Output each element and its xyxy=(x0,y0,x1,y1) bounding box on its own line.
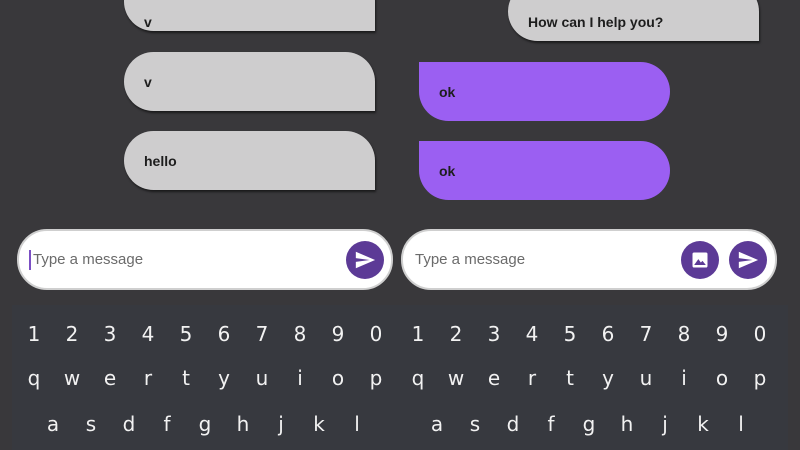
key[interactable]: g xyxy=(570,409,608,439)
key[interactable]: w xyxy=(437,363,475,393)
message-bubble: v xyxy=(124,0,375,31)
key[interactable]: k xyxy=(684,409,722,439)
key[interactable]: 4 xyxy=(129,319,167,349)
message-bubble: ok xyxy=(419,62,670,121)
key[interactable]: i xyxy=(281,363,319,393)
key[interactable]: e xyxy=(91,363,129,393)
key[interactable]: 0 xyxy=(357,319,395,349)
send-icon xyxy=(355,251,376,269)
send-button[interactable] xyxy=(346,241,384,279)
message-bubble: hello xyxy=(124,131,375,190)
key[interactable]: s xyxy=(72,409,110,439)
keyboard-left-half: 1 2 3 4 5 6 7 8 9 0 q w e r t y u i o p … xyxy=(12,305,400,450)
key[interactable]: q xyxy=(399,363,437,393)
message-input[interactable]: Type a message xyxy=(415,251,525,268)
key[interactable]: e xyxy=(475,363,513,393)
key[interactable]: a xyxy=(418,409,456,439)
keyboard-row-numbers: 1 2 3 4 5 6 7 8 9 0 xyxy=(400,319,788,349)
message-input-bar: Type a message xyxy=(17,229,393,290)
image-button[interactable] xyxy=(681,241,719,279)
key[interactable]: h xyxy=(608,409,646,439)
key[interactable]: l xyxy=(722,409,760,439)
key[interactable]: 6 xyxy=(205,319,243,349)
key[interactable]: q xyxy=(15,363,53,393)
message-text: ok xyxy=(439,162,456,179)
key[interactable]: j xyxy=(646,409,684,439)
key[interactable]: 3 xyxy=(475,319,513,349)
message-bubble: How can I help you? xyxy=(508,0,759,41)
key[interactable]: y xyxy=(589,363,627,393)
key[interactable]: k xyxy=(300,409,338,439)
key[interactable]: p xyxy=(741,363,779,393)
key[interactable]: 8 xyxy=(281,319,319,349)
send-button[interactable] xyxy=(729,241,767,279)
message-input[interactable]: Type a message xyxy=(33,251,143,268)
message-text: v xyxy=(144,13,152,30)
key[interactable]: 9 xyxy=(703,319,741,349)
message-bubble: v xyxy=(124,52,375,111)
key[interactable]: f xyxy=(148,409,186,439)
key[interactable]: t xyxy=(551,363,589,393)
message-text: v xyxy=(144,73,152,90)
key[interactable]: f xyxy=(532,409,570,439)
message-text: hello xyxy=(144,152,177,169)
keyboard-row-numbers: 1 2 3 4 5 6 7 8 9 0 xyxy=(12,319,400,349)
keyboard-right-half: 1 2 3 4 5 6 7 8 9 0 q w e r t y u i o p … xyxy=(400,305,788,450)
key[interactable]: 8 xyxy=(665,319,703,349)
keyboard-row-home: a s d f g h j k l xyxy=(400,409,788,439)
key[interactable]: 5 xyxy=(167,319,205,349)
key[interactable]: 3 xyxy=(91,319,129,349)
message-bubble: ok xyxy=(419,141,670,200)
key[interactable]: 7 xyxy=(243,319,281,349)
key[interactable]: i xyxy=(665,363,703,393)
message-text: ok xyxy=(439,83,456,100)
key[interactable]: 2 xyxy=(437,319,475,349)
key[interactable]: 2 xyxy=(53,319,91,349)
key[interactable]: g xyxy=(186,409,224,439)
keyboard-row-home: a s d f g h j k l xyxy=(12,409,400,439)
key[interactable]: 7 xyxy=(627,319,665,349)
key[interactable]: y xyxy=(205,363,243,393)
key[interactable]: u xyxy=(243,363,281,393)
message-input-bar: Type a message xyxy=(401,229,777,290)
key[interactable]: 0 xyxy=(741,319,779,349)
key[interactable]: l xyxy=(338,409,376,439)
key[interactable]: d xyxy=(110,409,148,439)
send-icon xyxy=(738,251,759,269)
key[interactable]: o xyxy=(319,363,357,393)
key[interactable]: 1 xyxy=(399,319,437,349)
keyboard-row-top: q w e r t y u i o p xyxy=(12,363,400,393)
key[interactable]: 4 xyxy=(513,319,551,349)
key[interactable]: 5 xyxy=(551,319,589,349)
key[interactable]: h xyxy=(224,409,262,439)
text-cursor xyxy=(29,250,31,270)
key[interactable]: j xyxy=(262,409,300,439)
key[interactable]: 1 xyxy=(15,319,53,349)
key[interactable]: o xyxy=(703,363,741,393)
key[interactable]: w xyxy=(53,363,91,393)
key[interactable]: r xyxy=(129,363,167,393)
key[interactable]: 6 xyxy=(589,319,627,349)
on-screen-keyboard: 1 2 3 4 5 6 7 8 9 0 q w e r t y u i o p … xyxy=(12,305,788,450)
key[interactable]: a xyxy=(34,409,72,439)
key[interactable]: r xyxy=(513,363,551,393)
key[interactable]: d xyxy=(494,409,532,439)
keyboard-row-top: q w e r t y u i o p xyxy=(400,363,788,393)
message-text: How can I help you? xyxy=(528,13,664,30)
image-icon xyxy=(692,252,708,268)
key[interactable]: u xyxy=(627,363,665,393)
key[interactable]: s xyxy=(456,409,494,439)
key[interactable]: p xyxy=(357,363,395,393)
key[interactable]: t xyxy=(167,363,205,393)
key[interactable]: 9 xyxy=(319,319,357,349)
